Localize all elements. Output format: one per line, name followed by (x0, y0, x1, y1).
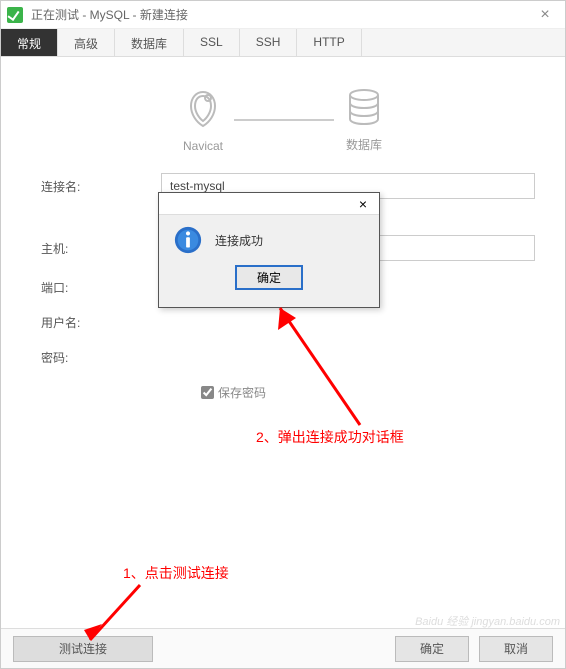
titlebar: 正在测试 - MySQL - 新建连接 × (1, 1, 565, 29)
arrow-1-icon (80, 580, 150, 650)
tab-advanced[interactable]: 高级 (58, 29, 115, 56)
tabs: 常规 高级 数据库 SSL SSH HTTP (1, 29, 565, 57)
window-title: 正在测试 - MySQL - 新建连接 (31, 6, 531, 23)
username-label: 用户名: (31, 314, 161, 331)
ok-button[interactable]: 确定 (395, 636, 469, 662)
dialog-message: 连接成功 (215, 232, 263, 249)
success-dialog: × 连接成功 确定 (158, 192, 380, 308)
connection-name-label: 连接名: (31, 178, 161, 195)
save-password-label: 保存密码 (218, 384, 266, 401)
save-password-checkbox[interactable] (201, 386, 214, 399)
database-label: 数据库 (344, 136, 384, 153)
password-label: 密码: (31, 349, 161, 366)
database-icon (344, 87, 384, 127)
annotation-2: 2、弹出连接成功对话框 (256, 427, 404, 447)
tab-http[interactable]: HTTP (297, 29, 361, 56)
port-label: 端口: (31, 279, 161, 296)
dialog-close-icon[interactable]: × (353, 196, 373, 212)
dialog-ok-button[interactable]: 确定 (235, 265, 303, 290)
info-icon (173, 225, 203, 255)
app-icon (7, 7, 23, 23)
cancel-button[interactable]: 取消 (479, 636, 553, 662)
host-label: 主机: (31, 240, 161, 257)
navicat-label: Navicat (182, 139, 224, 153)
tab-general[interactable]: 常规 (1, 29, 58, 56)
arrow-2-icon (270, 300, 370, 430)
tab-ssl[interactable]: SSL (184, 29, 240, 56)
tab-database[interactable]: 数据库 (115, 29, 184, 56)
close-icon[interactable]: × (531, 6, 559, 24)
watermark: Baidu 经验 jingyan.baidu.com (415, 613, 560, 629)
connector-line (234, 119, 334, 121)
connector-diagram: Navicat 数据库 (31, 87, 535, 153)
navicat-icon (182, 88, 224, 130)
tab-ssh[interactable]: SSH (240, 29, 298, 56)
